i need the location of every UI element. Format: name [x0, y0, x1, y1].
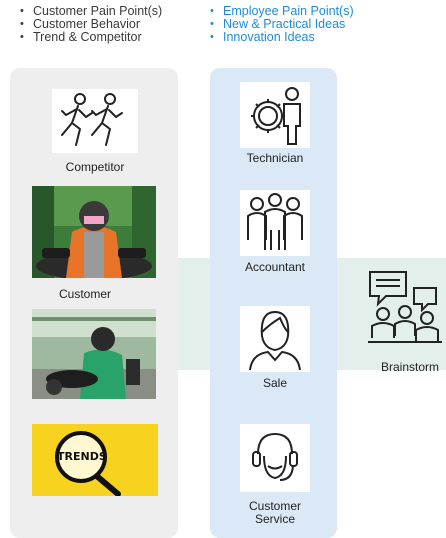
sale-icon	[240, 306, 310, 372]
customer-service-line2: Service	[254, 512, 295, 526]
trends-image: TRENDS	[32, 424, 158, 496]
competitor-icon	[52, 89, 138, 153]
technician-icon	[240, 82, 310, 148]
customer-photo-1	[32, 186, 156, 278]
customer-service-icon	[240, 424, 310, 492]
sale-label: Sale	[262, 376, 288, 390]
customer-service-label: Customer Service	[225, 500, 325, 526]
bullet-item: Innovation Ideas	[210, 31, 354, 45]
customer-photo-2	[32, 309, 156, 399]
bullet-item: Trend & Competitor	[20, 31, 162, 45]
brainstorm-icon	[366, 266, 444, 346]
competitor-label: Competitor	[65, 160, 125, 174]
customer-label: Customer	[58, 287, 111, 301]
technician-label: Technician	[246, 151, 304, 165]
employee-insights-list: Employee Pain Point(s) New & Practical I…	[210, 5, 354, 45]
accountant-label: Accountant	[244, 260, 306, 274]
brainstorm-label: Brainstorm	[380, 360, 439, 374]
accountant-icon	[240, 190, 310, 256]
customer-insights-list: Customer Pain Point(s) Customer Behavior…	[20, 5, 162, 45]
trends-text: TRENDS	[57, 450, 107, 463]
